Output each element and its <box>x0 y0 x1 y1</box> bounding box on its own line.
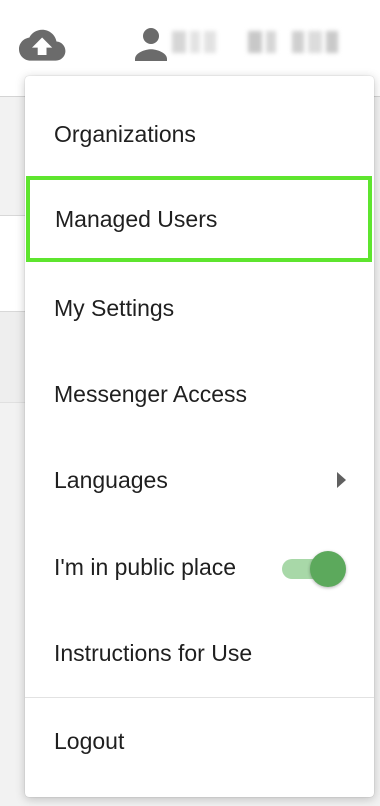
menu-item-label: I'm in public place <box>54 553 237 580</box>
menu-item-label: Logout <box>54 727 125 754</box>
menu-item-label: Instructions for Use <box>54 639 253 666</box>
menu-item-managed-users[interactable]: Managed Users <box>26 176 372 262</box>
menu-item-label: Languages <box>54 466 168 493</box>
menu-item-logout[interactable]: Logout <box>25 698 374 784</box>
menu-item-instructions[interactable]: Instructions for Use <box>25 610 374 696</box>
menu-item-organizations[interactable]: Organizations <box>25 91 374 177</box>
menu-item-languages[interactable]: Languages <box>25 437 374 523</box>
cloud-upload-icon[interactable] <box>18 28 66 62</box>
menu-item-label: Messenger Access <box>54 380 248 407</box>
menu-item-messenger-access[interactable]: Messenger Access <box>25 351 374 437</box>
user-name-redacted <box>172 27 348 57</box>
menu-item-label: Organizations <box>54 120 196 147</box>
menu-item-label: My Settings <box>54 294 175 321</box>
menu-item-label: Managed Users <box>55 205 218 232</box>
public-place-toggle[interactable] <box>282 550 346 587</box>
menu-item-my-settings[interactable]: My Settings <box>25 265 374 351</box>
menu-item-public-place[interactable]: I'm in public place <box>25 524 374 610</box>
user-dropdown-menu: Organizations Managed Users My Settings … <box>25 76 374 797</box>
chevron-right-icon <box>337 472 346 488</box>
person-icon[interactable] <box>133 26 169 62</box>
toggle-knob <box>310 551 346 587</box>
